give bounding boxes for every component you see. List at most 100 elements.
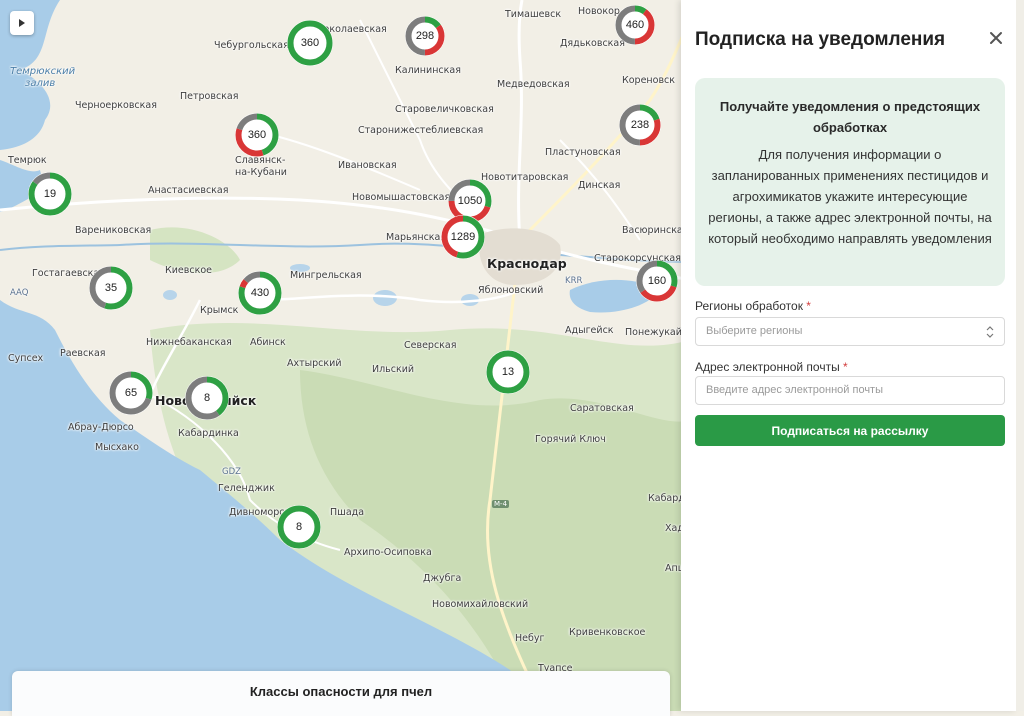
place-label: Марьянская [386, 232, 447, 243]
email-placeholder: Введите адрес электронной почты [706, 384, 884, 396]
cluster-marker[interactable]: 360 [233, 111, 281, 159]
place-label: KRR [565, 276, 583, 286]
place-label: Небуг [515, 633, 545, 644]
place-label: Старонижестеблиевская [358, 125, 484, 136]
place-label: Яблоновский [478, 285, 544, 296]
place-label: Раевская [60, 348, 106, 359]
cluster-marker[interactable]: 1289 [439, 213, 487, 261]
place-label: Адыгейск [565, 325, 614, 336]
place-label: Новотитаровская [481, 172, 569, 183]
cluster-marker[interactable]: 430 [236, 269, 284, 317]
cluster-marker[interactable]: 160 [634, 258, 680, 304]
close-icon [990, 32, 1002, 44]
map-edge-strip [1016, 0, 1024, 711]
place-label: Супсех [8, 353, 44, 364]
place-label: Горячий Ключ [535, 434, 606, 445]
place-label: Ильский [372, 364, 415, 375]
cluster-count: 460 [625, 19, 645, 31]
place-label: Петровская [180, 91, 239, 102]
cluster-marker[interactable]: 8 [275, 503, 323, 551]
subscription-panel: Подписка на уведомления Получайте уведом… [681, 0, 1016, 711]
place-label: Геленджик [218, 483, 275, 494]
cluster-marker[interactable]: 35 [87, 264, 135, 312]
place-label: Темрюк [8, 155, 47, 166]
cluster-count: 8 [203, 392, 211, 404]
place-label: Анастасиевская [148, 185, 229, 196]
place-label: залив [25, 78, 56, 89]
cluster-count: 19 [43, 188, 57, 200]
cluster-marker[interactable]: 360 [285, 18, 335, 68]
legend-title: Классы опасности для пчел [249, 684, 433, 699]
place-label: на-Кубани [235, 167, 287, 178]
cluster-marker[interactable]: 65 [107, 369, 155, 417]
place-label: GDZ [222, 467, 241, 477]
place-label: Краснодар [487, 256, 567, 271]
place-label: Медведовская [497, 79, 570, 90]
place-label: Чебургольская [214, 40, 289, 51]
info-body: Для получения информации о запланированн… [708, 147, 992, 246]
info-heading: Получайте уведомления о предстоящих обра… [719, 99, 981, 135]
place-label: Мингрельская [290, 270, 362, 281]
place-label: М-4 [492, 500, 510, 508]
regions-label: Регионы обработок * [695, 299, 811, 313]
regions-select[interactable]: Выберите регионы [695, 317, 1005, 346]
email-label: Адрес электронной почты * [695, 360, 848, 374]
place-label: Кабардинка [178, 428, 239, 439]
place-label: Темрюкский [10, 66, 76, 77]
place-label: Калининская [395, 65, 461, 76]
cluster-count: 360 [300, 37, 320, 49]
legend-panel[interactable]: Классы опасности для пчел [12, 671, 670, 716]
info-card: Получайте уведомления о предстоящих обра… [695, 78, 1005, 286]
cluster-count: 430 [250, 287, 270, 299]
email-field[interactable]: Введите адрес электронной почты [695, 376, 1005, 405]
cluster-count: 65 [124, 387, 138, 399]
cluster-count: 8 [295, 521, 303, 533]
panel-title: Подписка на уведомления [695, 29, 946, 50]
regions-placeholder: Выберите регионы [706, 325, 803, 337]
place-label: Крымск [200, 305, 239, 316]
cluster-marker[interactable]: 8 [183, 374, 231, 422]
cluster-marker[interactable]: 19 [26, 170, 74, 218]
place-label: Пластуновская [545, 147, 621, 158]
place-label: Абрау-Дюрсо [68, 422, 134, 433]
place-label: Ивановская [338, 160, 397, 171]
place-label: Мысхако [95, 442, 139, 453]
place-label: Динская [578, 180, 621, 191]
regions-label-text: Регионы обработок [695, 299, 803, 313]
cluster-count: 360 [247, 129, 267, 141]
required-mark: * [806, 299, 811, 313]
updown-chevron-icon [986, 326, 994, 338]
cluster-count: 13 [501, 366, 515, 378]
cluster-marker[interactable]: 13 [484, 348, 532, 396]
close-button[interactable] [987, 29, 1005, 47]
place-label: Вареникoвская [75, 225, 152, 236]
place-label: Киевское [165, 265, 212, 276]
email-label-text: Адрес электронной почты [695, 360, 840, 374]
place-label: Архипо-Осиповка [344, 547, 432, 558]
cluster-count: 238 [630, 119, 650, 131]
cluster-marker[interactable]: 238 [617, 102, 663, 148]
place-label: Кабард [648, 493, 685, 504]
cluster-marker[interactable]: 460 [613, 3, 657, 47]
place-label: Новомышастовская [352, 192, 451, 203]
place-label: Васюринская [622, 225, 689, 236]
place-label: AAQ [10, 288, 29, 298]
play-triangle-icon [19, 19, 25, 27]
place-label: Нижнебаканская [146, 337, 232, 348]
expand-map-button[interactable] [10, 11, 34, 35]
cluster-count: 298 [415, 30, 435, 42]
required-mark: * [843, 360, 848, 374]
place-label: Понежукай [625, 327, 682, 338]
place-label: Кореновск [622, 75, 676, 86]
place-label: Кривенковское [569, 627, 646, 638]
place-label: Ахтырский [287, 358, 342, 369]
place-label: Новомихайловский [432, 599, 529, 610]
cluster-marker[interactable]: 298 [403, 14, 447, 58]
cluster-count: 160 [647, 275, 667, 287]
place-label: Джубга [423, 573, 462, 584]
cluster-count: 1289 [450, 231, 476, 243]
place-label: Черноерковская [75, 100, 157, 111]
subscribe-button[interactable]: Подписаться на рассылку [695, 415, 1005, 446]
place-label: Абинск [250, 337, 286, 348]
place-label: Старовеличковская [395, 104, 494, 115]
